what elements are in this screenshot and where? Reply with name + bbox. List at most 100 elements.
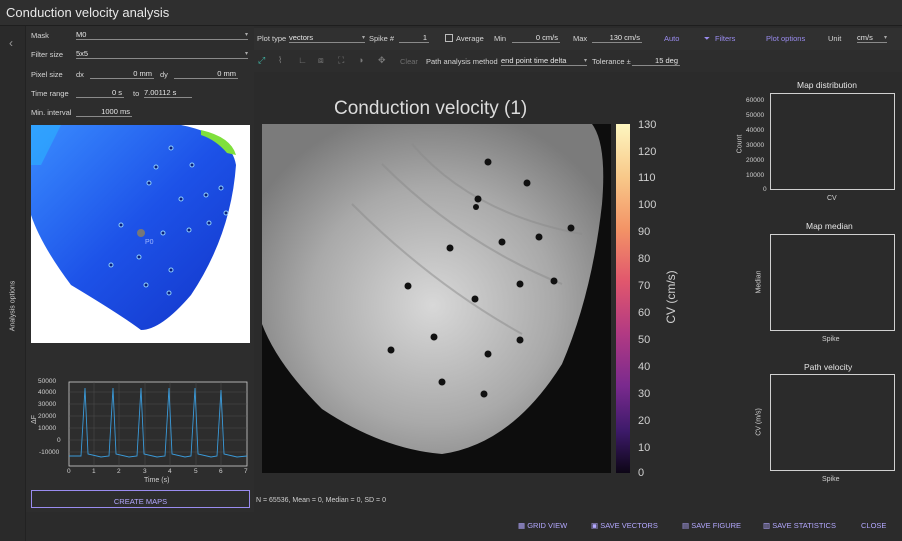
filter-size-label: Filter size [31, 50, 64, 59]
median-xlabel: Spike [822, 336, 840, 343]
trace-plot-svg [68, 381, 248, 467]
save-vectors-label: SAVE VECTORS [600, 521, 658, 530]
save-vectors-button[interactable]: ▣ SAVE VECTORS [591, 521, 658, 530]
plot-toolbar: Plot type vectors ▾ Spike # 1 Average Mi… [254, 28, 902, 50]
close-button[interactable]: CLOSE [861, 521, 886, 530]
spike-input[interactable]: 1 [399, 33, 429, 43]
distribution-ylabel: Count [736, 134, 744, 154]
average-checkbox[interactable] [445, 34, 453, 42]
grid-view-button[interactable]: ▦ GRID VIEW [518, 521, 567, 530]
chevron-left-icon[interactable]: ‹ [9, 36, 13, 50]
rectangle-select-icon[interactable]: ⧈ [318, 55, 324, 66]
distribution-ytick: 0 [763, 186, 767, 193]
mask-value: M0 [76, 30, 87, 39]
tolerance-input[interactable]: 15 deg [632, 56, 680, 66]
chevron-down-icon: ▾ [583, 58, 587, 64]
analysis-options-label: Analysis options [9, 280, 17, 332]
trace-ytick: 0 [57, 437, 61, 444]
mask-label: Mask [31, 31, 49, 40]
trace-xtick: 2 [117, 468, 121, 475]
time-to-input[interactable]: 7.00112 s [144, 88, 192, 98]
distribution-chart [770, 93, 895, 190]
min-input[interactable]: 0 cm/s [512, 33, 560, 43]
plot-options-button[interactable]: Plot options [766, 34, 805, 43]
save-statistics-button[interactable]: ▥ SAVE STATISTICS [763, 521, 836, 530]
expand-icon[interactable]: ⛶ [338, 55, 344, 66]
median-ylabel: Median [755, 270, 763, 294]
time-to-label: to [133, 89, 140, 98]
cv-map-svg [262, 124, 611, 473]
trace-xtick: 0 [67, 468, 71, 475]
fluorescence-image[interactable]: P0 [31, 125, 250, 343]
save-figure-label: SAVE FIGURE [691, 521, 742, 530]
unit-select[interactable]: cm/s ▾ [857, 33, 887, 43]
filter-size-value: 5x5 [76, 49, 89, 58]
spike-label: Spike # [369, 34, 395, 43]
main-plot-area: Conduction velocity (1) 130 120 110 100 … [254, 72, 902, 514]
signal-trace-chart: ΔF 50000 40000 30000 20000 10000 0 -1000… [31, 378, 250, 488]
min-interval-input[interactable]: 1000 ms [76, 107, 132, 117]
draw-line-icon[interactable]: ⤢ [258, 55, 265, 66]
colorbar-tick: 120 [638, 146, 657, 158]
path-velocity-ylabel: CV (m/s) [755, 408, 763, 436]
create-maps-label: CREATE MAPS [113, 497, 168, 506]
map-statistics: N = 65536, Mean = 0, Median = 0, SD = 0 [256, 497, 386, 504]
path-method-select[interactable]: end point time delta ▾ [501, 56, 587, 66]
distribution-ytick: 30000 [746, 142, 765, 149]
dy-label: dy [160, 70, 168, 79]
cv-map-image[interactable] [262, 124, 611, 473]
document-icon: ▥ [763, 521, 771, 530]
move-icon[interactable]: ✥ [378, 55, 386, 66]
distribution-xlabel: CV [827, 195, 837, 202]
colorbar-tick: 70 [638, 280, 651, 292]
distribution-ytick: 10000 [746, 172, 765, 179]
max-input[interactable]: 130 cm/s [592, 33, 642, 43]
path-velocity-xlabel: Spike [822, 476, 840, 483]
average-label: Average [456, 34, 484, 43]
analysis-options-strip[interactable]: ‹ Analysis options [0, 26, 26, 541]
trace-ytick: 20000 [38, 413, 57, 420]
max-label: Max [573, 34, 588, 43]
path-velocity-chart [770, 374, 895, 471]
dy-input[interactable]: 0 mm [174, 69, 238, 79]
colorbar [616, 124, 630, 473]
create-maps-button[interactable]: CREATE MAPS [31, 490, 250, 508]
colorbar-tick: 0 [638, 467, 645, 479]
dx-input[interactable]: 0 mm [90, 69, 154, 79]
left-panel: Mask M0 ▾ Filter size 5x5 ▾ Pixel size d… [26, 26, 254, 512]
map-title: Conduction velocity (1) [334, 98, 528, 119]
trace-ytick: 10000 [38, 425, 57, 432]
trace-xlabel: Time (s) [144, 477, 170, 484]
footer-bar: ▦ GRID VIEW ▣ SAVE VECTORS ▤ SAVE FIGURE… [254, 514, 902, 541]
filters-button[interactable]: Filters [715, 34, 735, 43]
mask-select[interactable]: M0 ▾ [76, 30, 248, 40]
plot-type-select[interactable]: vectors ▾ [289, 33, 365, 43]
distribution-ytick: 50000 [746, 112, 765, 119]
time-range-label: Time range [31, 89, 69, 98]
ellipse-icon[interactable]: ◑ [358, 55, 363, 65]
dx-label: dx [76, 70, 84, 79]
save-figure-button[interactable]: ▤ SAVE FIGURE [682, 521, 741, 530]
colorbar-label: CV (cm/s) [664, 270, 678, 324]
filter-icon[interactable]: ⏷ [704, 34, 710, 44]
angle-icon[interactable]: ∟ [298, 55, 307, 65]
colorbar-tick: 20 [638, 415, 651, 427]
title-bar: Conduction velocity analysis [0, 0, 902, 26]
trace-ytick: -10000 [39, 449, 60, 456]
trace-xtick: 1 [92, 468, 96, 475]
pixel-size-label: Pixel size [31, 70, 63, 79]
save-icon: ▣ [591, 521, 599, 530]
min-interval-label: Min. interval [31, 108, 72, 117]
clear-button[interactable]: Clear [400, 57, 418, 66]
min-label: Min [494, 34, 507, 43]
trace-ytick: 50000 [38, 378, 57, 385]
distribution-ytick: 40000 [746, 127, 765, 134]
distribution-ytick: 20000 [746, 157, 765, 164]
window-title: Conduction velocity analysis [6, 5, 170, 20]
auto-button[interactable]: Auto [664, 34, 679, 43]
time-from-input[interactable]: 0 s [76, 88, 124, 98]
plot-type-label: Plot type [257, 34, 287, 43]
median-title: Map median [806, 221, 853, 231]
filter-size-select[interactable]: 5x5 ▾ [76, 49, 248, 59]
polyline-icon[interactable]: ⌇ [278, 55, 282, 66]
